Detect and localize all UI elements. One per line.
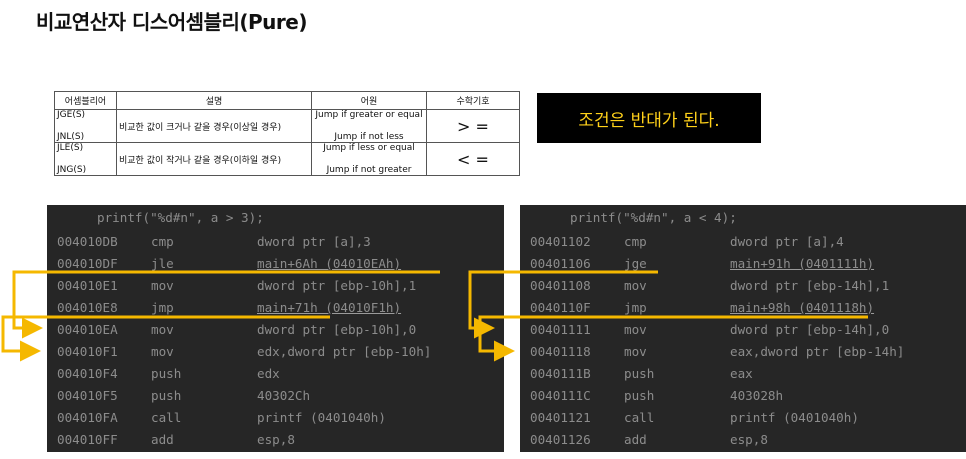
code-operand: main+71h (04010F1h) [257, 300, 402, 315]
mnemonic-cell: JGE(S) JNL(S) [54, 109, 117, 143]
code-mnemonic: add [151, 432, 174, 447]
mnemonic-top: JGE(S) [57, 110, 86, 121]
code-address: 004010E8 [57, 300, 118, 315]
code-operand: dword ptr [ebp-10h],0 [257, 322, 417, 337]
code-operand: edx [257, 366, 280, 381]
code-mnemonic: call [151, 410, 182, 425]
table-row: JLE(S) JNG(S) 비교한 값이 작거나 같을 경우(이하일 경우) J… [54, 142, 520, 176]
code-mnemonic: cmp [151, 234, 174, 249]
code-address: 0040110F [530, 300, 591, 315]
header-symbol: 수학기호 [426, 91, 520, 110]
code-address: 004010EA [57, 322, 118, 337]
code-address: 00401118 [530, 344, 591, 359]
code-address: 004010E1 [57, 278, 118, 293]
code-address: 00401108 [530, 278, 591, 293]
code-operand: printf (0401040h) [730, 410, 859, 425]
code-address: 0040111B [530, 366, 591, 381]
code-mnemonic: cmp [624, 234, 647, 249]
code-address: 0040111C [530, 388, 591, 403]
origin-top: Jump if greater or equal [315, 110, 423, 121]
code-operand: eax,dword ptr [ebp-14h] [730, 344, 905, 359]
code-operand: main+6Ah (04010EAh) [257, 256, 402, 271]
code-operand: 403028h [730, 388, 784, 403]
code-address: 004010DB [57, 234, 118, 249]
disassembly-left: printf("%d#n", a > 3); 004010DB cmp dwor… [47, 205, 504, 452]
code-operand: main+91h (0401111h) [730, 256, 875, 271]
code-mnemonic: mov [151, 322, 174, 337]
mnemonic-cell: JLE(S) JNG(S) [54, 142, 117, 176]
origin-cell: Jump if greater or equal Jump if not les… [311, 109, 427, 143]
code-mnemonic: push [151, 388, 182, 403]
code-mnemonic: jle [151, 256, 174, 271]
code-operand: dword ptr [ebp-10h],1 [257, 278, 417, 293]
code-operand: dword ptr [a],3 [257, 234, 371, 249]
mnemonic-bottom: JNL(S) [57, 132, 85, 142]
code-mnemonic: add [624, 432, 647, 447]
code-operand: 40302Ch [257, 388, 311, 403]
comparison-table: 어셈블리어 설명 어원 수학기호 JGE(S) JNL(S) 비교한 값이 크거… [54, 91, 520, 176]
code-mnemonic: mov [624, 278, 647, 293]
description-cell: 비교한 값이 크거나 같을 경우(이상일 경우) [116, 109, 312, 143]
disassembly-right: printf("%d#n", a < 4); 00401102 cmp dwor… [520, 205, 966, 452]
code-mnemonic: mov [151, 278, 174, 293]
code-address: 004010FA [57, 410, 118, 425]
code-operand: esp,8 [257, 432, 295, 447]
code-address: 00401111 [530, 322, 591, 337]
code-operand: edx,dword ptr [ebp-10h] [257, 344, 432, 359]
table-row: JGE(S) JNL(S) 비교한 값이 크거나 같을 경우(이상일 경우) J… [54, 109, 520, 143]
mnemonic-bottom: JNG(S) [57, 165, 87, 175]
mnemonic-top: JLE(S) [57, 143, 84, 154]
code-operand: printf (0401040h) [257, 410, 386, 425]
origin-cell: Jump if less or equal Jump if not greate… [311, 142, 427, 176]
code-operand: eax [730, 366, 753, 381]
code-mnemonic: push [624, 388, 655, 403]
origin-bottom: Jump if not greater [326, 165, 412, 175]
code-address: 004010F1 [57, 344, 118, 359]
code-operand: esp,8 [730, 432, 768, 447]
code-address: 004010FF [57, 432, 118, 447]
code-address: 004010F4 [57, 366, 118, 381]
origin-bottom: Jump if not less [334, 132, 404, 142]
header-assembly: 어셈블리어 [54, 91, 117, 110]
header-description: 설명 [116, 91, 312, 110]
code-mnemonic: call [624, 410, 655, 425]
code-mnemonic: mov [151, 344, 174, 359]
code-operand: dword ptr [ebp-14h],1 [730, 278, 890, 293]
code-mnemonic: mov [624, 344, 647, 359]
description-cell: 비교한 값이 작거나 같을 경우(이하일 경우) [116, 142, 312, 176]
code-address: 004010DF [57, 256, 118, 271]
code-operand: dword ptr [ebp-14h],0 [730, 322, 890, 337]
code-header: printf("%d#n", a > 3); [97, 210, 264, 225]
header-origin: 어원 [311, 91, 427, 110]
code-mnemonic: mov [624, 322, 647, 337]
origin-top: Jump if less or equal [323, 143, 415, 154]
code-operand: main+98h (0401118h) [730, 300, 875, 315]
symbol-cell: < = [426, 142, 520, 176]
code-address: 00401126 [530, 432, 591, 447]
code-operand: dword ptr [a],4 [730, 234, 844, 249]
code-address: 004010F5 [57, 388, 118, 403]
code-address: 00401106 [530, 256, 591, 271]
code-address: 00401102 [530, 234, 591, 249]
code-mnemonic: jmp [151, 300, 174, 315]
page-title: 비교연산자 디스어셈블리(Pure) [36, 10, 307, 34]
code-mnemonic: jge [624, 256, 647, 271]
condition-note: 조건은 반대가 된다. [537, 93, 761, 143]
code-mnemonic: push [624, 366, 655, 381]
code-mnemonic: jmp [624, 300, 647, 315]
code-header: printf("%d#n", a < 4); [570, 210, 737, 225]
code-address: 00401121 [530, 410, 591, 425]
table-header-row: 어셈블리어 설명 어원 수학기호 [54, 91, 520, 110]
symbol-cell: > = [426, 109, 520, 143]
code-mnemonic: push [151, 366, 182, 381]
